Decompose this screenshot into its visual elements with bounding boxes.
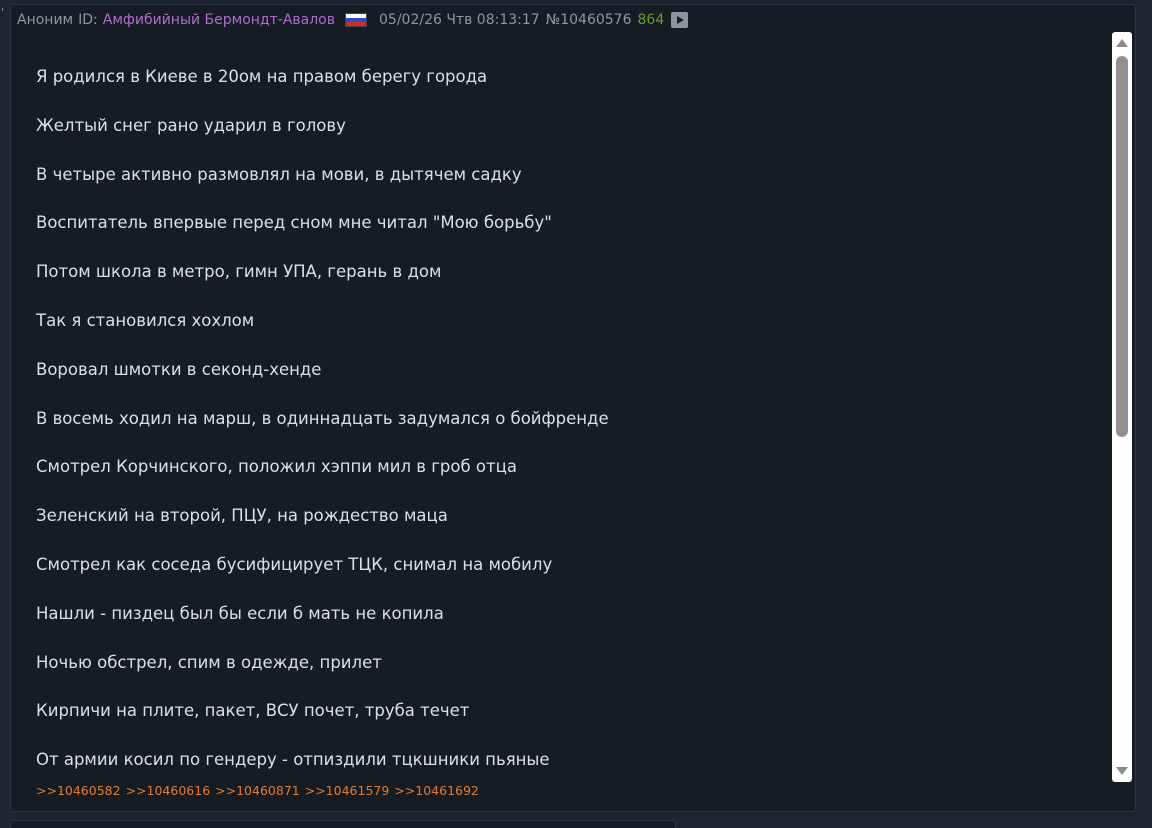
message-line: Потом школа в метро, гимн УПА, герань в …: [36, 262, 442, 282]
play-icon: [677, 16, 685, 24]
next-post-edge: [10, 820, 676, 828]
message-line: Ночью обстрел, спим в одежде, прилет: [36, 652, 382, 672]
russia-flag-icon: [345, 13, 367, 27]
message-line: В восемь ходил на марш, в одиннадцать за…: [36, 408, 609, 428]
message-line: Так я становился хохлом: [36, 310, 255, 330]
scrollbar[interactable]: [1112, 32, 1132, 782]
poster-name: Аноним: [17, 12, 74, 28]
message-line: Я родился в Киеве в 20ом на правом берег…: [36, 67, 488, 86]
scroll-up-arrow-icon[interactable]: [1116, 39, 1128, 47]
reply-link[interactable]: >>10460616: [126, 783, 211, 798]
post-count: 864: [637, 12, 665, 28]
message-line: В четыре активно размовлял на мови, в ды…: [36, 164, 522, 184]
scroll-thumb[interactable]: [1116, 56, 1128, 437]
message-line: Кирпичи на плите, пакет, ВСУ почет, труб…: [36, 701, 470, 721]
scroll-down-arrow-icon[interactable]: [1116, 767, 1128, 775]
poster-id-label: ID:: [78, 12, 98, 28]
play-button[interactable]: [671, 12, 689, 28]
message-line: Смотрел Корчинского, положил хэппи мил в…: [36, 457, 517, 477]
message-line: Воспитатель впервые перед сном мне читал…: [36, 213, 552, 233]
message-line: Смотрел как соседа бусифицирует ТЦК, сни…: [36, 554, 553, 574]
reply-link[interactable]: >>10460582: [36, 783, 121, 798]
post-date: 05/02/26 Чтв 08:13:17: [379, 12, 540, 28]
post-header: Аноним ID: Амфибийный Бермондт-Авалов 05…: [17, 10, 689, 30]
reply-link[interactable]: >>10461579: [305, 783, 390, 798]
message-line: Воровал шмотки в секонд-хенде: [36, 359, 322, 379]
corner-mark: ': [1, 6, 5, 19]
page: ' Аноним ID: Амфибийный Бермондт-Авалов …: [0, 0, 1152, 828]
message-line: От армии косил по гендеру - отпиздили тц…: [36, 750, 550, 770]
replies: >>10460582 >>10460616 >>10460871 >>10461…: [36, 783, 484, 798]
post: Аноним ID: Амфибийный Бермондт-Авалов 05…: [10, 4, 1136, 812]
message-line: Нашли - пиздец был бы если б мать не коп…: [36, 603, 444, 623]
poster-id: Амфибийный Бермондт-Авалов: [102, 12, 335, 28]
message-line: Желтый снег рано ударил в голову: [36, 115, 346, 135]
reply-link[interactable]: >>10461692: [394, 783, 479, 798]
reply-link[interactable]: >>10460871: [215, 783, 300, 798]
message-line: Зеленский на второй, ПЦУ, на рождество м…: [36, 506, 448, 526]
post-message: Я родился в Киеве в 20ом на правом берег…: [36, 53, 1106, 785]
post-number[interactable]: №10460576: [546, 12, 632, 28]
